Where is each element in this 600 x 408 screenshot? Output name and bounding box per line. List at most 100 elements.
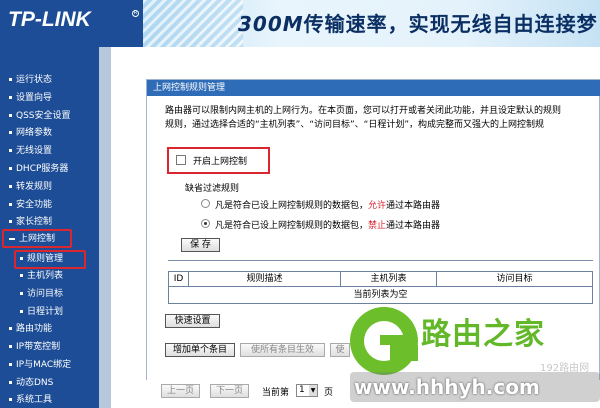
banner-slogan: 300M传输速率，实现无线自由连接梦: [238, 8, 598, 37]
sidebar-item-forwarding[interactable]: 转发规则: [9, 179, 95, 195]
sidebar-item-qss[interactable]: QSS安全设置: [9, 108, 95, 124]
table-header-description: 规则描述: [189, 272, 341, 287]
sidebar-item-dhcp[interactable]: DHCP服务器: [9, 161, 95, 177]
table-header-id: ID: [169, 272, 189, 287]
bullet-icon: [20, 274, 23, 277]
tp-link-logo: TP-LINK: [8, 8, 91, 31]
page-value: 1: [299, 385, 305, 395]
banner: 300M传输速率，实现无线自由连接梦: [143, 0, 600, 47]
sidebar-item-label: 动态DNS: [16, 378, 54, 388]
deny-radio-label: 凡是符合已设上网控制规则的数据包，禁止通过本路由器: [215, 218, 440, 231]
watermark-name: 路由之家: [421, 317, 545, 352]
sidebar-item-label: DHCP服务器: [16, 164, 69, 174]
enable-all-button[interactable]: 使所有条目生效: [240, 343, 325, 357]
allow-radio[interactable]: [201, 199, 210, 208]
bullet-icon: [9, 381, 12, 384]
watermark-logo-cut: [390, 345, 418, 361]
sidebar-item-system-tools[interactable]: 系统工具: [9, 392, 95, 408]
allow-keyword: 允许: [368, 201, 387, 211]
watermark-logo-icon: [350, 307, 418, 375]
sidebar-item-status[interactable]: 运行状态: [9, 72, 95, 88]
sidebar-item-wizard[interactable]: 设置向导: [9, 90, 95, 106]
slogan-speed: 300M: [238, 12, 304, 36]
bullet-icon: [9, 220, 12, 223]
sidebar-divider: [99, 47, 111, 408]
enable-access-control-label: 开启上网控制: [193, 157, 248, 167]
sidebar-item-ip-mac-binding[interactable]: IP与MAC绑定: [9, 357, 95, 373]
sidebar-item-label: 家长控制: [16, 217, 53, 227]
sidebar-item-label: 网络参数: [16, 128, 53, 138]
sidebar-item-schedule[interactable]: 日程计划: [20, 304, 106, 320]
deny-keyword: 禁止: [368, 221, 387, 231]
page-suffix: 页: [324, 388, 334, 398]
watermark-url: www.hhhyh.com: [354, 375, 540, 399]
banner-decoration: [143, 0, 243, 47]
sidebar-item-parental[interactable]: 家长控制: [9, 214, 95, 230]
sidebar-item-wireless[interactable]: 无线设置: [9, 143, 95, 159]
panel-description: 路由器可以限制内网主机的上网行为。在本页面，您可以打开或者关闭此功能，并且设定默…: [165, 104, 595, 132]
watermark-logo-bar: [380, 335, 406, 345]
sidebar-item-ddns[interactable]: 动态DNS: [9, 375, 95, 391]
sidebar-item-label: 转发规则: [16, 182, 53, 192]
sidebar-item-security[interactable]: 安全功能: [9, 197, 95, 213]
rule-table: ID 规则描述 主机列表 访问目标 当前列表为空: [168, 271, 593, 304]
sidebar-item-routing[interactable]: 路由功能: [9, 321, 95, 337]
save-button[interactable]: 保 存: [181, 238, 220, 252]
bullet-icon: [9, 203, 12, 206]
bullet-icon: [9, 167, 12, 170]
bullet-icon: [20, 292, 23, 295]
table-empty-message: 当前列表为空: [353, 290, 408, 300]
deny-radio[interactable]: [201, 219, 210, 228]
sidebar-item-label: 系统工具: [16, 395, 53, 405]
add-entry-button[interactable]: 增加单个条目: [165, 343, 235, 357]
quick-setup-button[interactable]: 快速设置: [165, 314, 220, 328]
radio-text: 凡是符合已设上网控制规则的数据包，: [215, 201, 369, 211]
prev-page-button[interactable]: 上一页: [161, 384, 200, 398]
sidebar-item-label: 运行状态: [16, 75, 53, 85]
bullet-icon: [9, 149, 12, 152]
sidebar-item-host-list[interactable]: 主机列表: [20, 268, 106, 284]
allow-radio-label: 凡是符合已设上网控制规则的数据包，允许通过本路由器: [215, 198, 440, 211]
sidebar-item-bandwidth[interactable]: IP带宽控制: [9, 339, 95, 355]
sidebar-item-label: 设置向导: [16, 93, 53, 103]
sidebar-item-label: 主机列表: [27, 271, 64, 281]
sidebar-item-label: 安全功能: [16, 200, 53, 210]
bullet-icon: [9, 327, 12, 330]
partial-button[interactable]: 使: [330, 343, 350, 357]
registered-mark: R: [132, 10, 139, 17]
bullet-icon: [9, 114, 12, 117]
sidebar-item-access-target[interactable]: 访问目标: [20, 286, 106, 302]
page-select[interactable]: 1 ▼: [296, 384, 318, 397]
sidebar-item-label: 日程计划: [27, 307, 64, 317]
bullet-icon: [9, 345, 12, 348]
sidebar-item-label: 访问目标: [27, 289, 64, 299]
bullet-icon: [9, 398, 12, 401]
table-header-access-target: 访问目标: [437, 272, 592, 287]
bullet-icon: [9, 185, 12, 188]
bullet-icon: [9, 78, 12, 81]
slogan-text: 传输速率，实现无线自由连接梦: [303, 12, 598, 36]
chevron-down-icon: ▼: [309, 385, 317, 396]
highlight-box-rule-management: [14, 250, 86, 269]
header: TP-LINK R 300M传输速率，实现无线自由连接梦: [0, 0, 600, 47]
enable-access-control-checkbox[interactable]: [176, 155, 186, 165]
section-divider: [168, 260, 593, 261]
bullet-icon: [9, 96, 12, 99]
sidebar-item-label: 无线设置: [16, 146, 53, 156]
highlight-box-access-control: [2, 229, 72, 248]
sidebar-item-label: 路由功能: [16, 324, 53, 334]
bullet-icon: [20, 310, 23, 313]
radio-text: 通过本路由器: [386, 201, 441, 211]
description-line: 路由器可以限制内网主机的上网行为。在本页面，您可以打开或者关闭此功能，并且设定默…: [165, 106, 562, 116]
table-header-host-list: 主机列表: [341, 272, 437, 287]
description-line: 规则，通过选择合适的“主机列表”、“访问目标”、“日程计划”，构成完整而又强大的…: [165, 120, 544, 130]
bullet-icon: [9, 131, 12, 134]
bullet-icon: [9, 363, 12, 366]
radio-text: 通过本路由器: [386, 221, 441, 231]
radio-text: 凡是符合已设上网控制规则的数据包，: [215, 221, 369, 231]
next-page-button[interactable]: 下一页: [210, 384, 249, 398]
sidebar-item-network[interactable]: 网络参数: [9, 125, 95, 141]
sidebar-item-label: QSS安全设置: [16, 111, 71, 121]
default-rule-title: 缺省过滤规则: [185, 184, 240, 194]
sidebar-item-label: IP带宽控制: [16, 342, 61, 352]
